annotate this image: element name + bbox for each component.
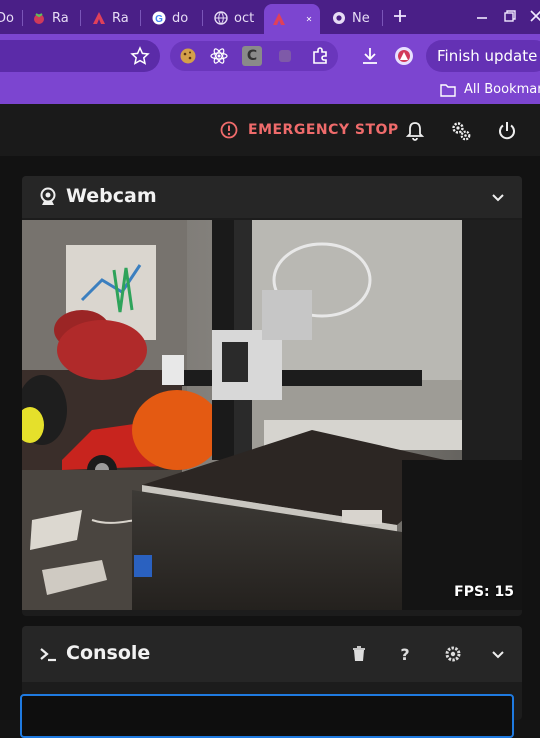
emergency-stop-button[interactable]: EMERGENCY STOP (220, 121, 399, 139)
bookmark-star-icon[interactable] (130, 46, 150, 66)
tab-label: oct (234, 10, 255, 26)
webcam-stream: FPS: 15 (22, 220, 522, 610)
extension-grey-icon[interactable] (276, 47, 294, 65)
console-panel: Console ? (20, 626, 522, 738)
close-tab-icon[interactable] (306, 13, 312, 25)
tab-new[interactable]: Ne (332, 6, 378, 30)
minimize-icon[interactable] (474, 8, 490, 24)
download-icon[interactable] (360, 46, 380, 66)
plus-icon (394, 10, 406, 22)
tab-raspberry[interactable]: Ra (32, 6, 74, 30)
webcam-panel-header[interactable]: Webcam (22, 176, 522, 218)
webcam-icon (40, 187, 56, 205)
tab-divider (80, 10, 81, 26)
settings-gears-icon[interactable] (450, 120, 472, 142)
help-icon[interactable]: ? (396, 645, 414, 663)
alert-circle-icon (220, 121, 238, 139)
finish-update-button[interactable]: Finish update (426, 40, 540, 72)
all-bookmarks-button[interactable]: All Bookmark (440, 82, 540, 97)
tab-label: Do (0, 10, 14, 26)
globe-icon (214, 11, 228, 25)
webcam-image (22, 220, 522, 610)
close-window-icon[interactable] (528, 8, 540, 24)
tab-mainsail[interactable]: Ra (92, 6, 134, 30)
bell-icon[interactable] (404, 120, 426, 142)
google-icon: G (152, 11, 166, 25)
webcam-panel: Webcam FPS: 15 (22, 176, 522, 616)
gear-icon[interactable] (444, 645, 462, 663)
tab-octoprint[interactable]: oct (214, 6, 258, 30)
browser-tab-strip: Do Ra Ra G do oct Ne (0, 0, 540, 34)
svg-text:G: G (155, 14, 163, 25)
emergency-stop-label: EMERGENCY STOP (248, 122, 399, 138)
fps-readout: FPS: 15 (454, 584, 514, 600)
terminal-icon (40, 648, 56, 662)
tab-label: Ra (52, 10, 69, 26)
svg-text:?: ? (400, 645, 409, 663)
printer-dashboard: EMERGENCY STOP Webcam FPS: 15 Console ? (0, 104, 540, 738)
profile-avatar-icon[interactable] (394, 46, 414, 66)
chevron-down-icon[interactable] (490, 647, 506, 663)
browser-toolbar: C Finish update (0, 34, 540, 78)
extensions-puzzle-icon[interactable] (310, 46, 330, 66)
react-devtools-icon[interactable] (210, 47, 228, 65)
tab-divider (382, 10, 383, 26)
bookmarks-bar: All Bookmark (0, 78, 540, 104)
tab-label: Ra (112, 10, 129, 26)
restore-icon[interactable] (502, 8, 518, 24)
webcam-title: Webcam (66, 185, 157, 207)
tab-docs[interactable]: Do (0, 6, 18, 30)
extension-c-badge[interactable]: C (242, 46, 262, 66)
raspberry-icon (34, 13, 44, 24)
tab-divider (22, 10, 23, 26)
console-command-input[interactable] (20, 694, 514, 738)
tab-google[interactable]: G do (152, 6, 196, 30)
trash-icon[interactable] (350, 645, 368, 663)
cookie-icon[interactable] (179, 47, 197, 65)
console-title: Console (66, 642, 151, 664)
folder-icon (440, 83, 456, 97)
console-panel-header[interactable]: Console ? (22, 626, 522, 682)
app-top-bar: EMERGENCY STOP (0, 104, 540, 156)
tab-divider (140, 10, 141, 26)
mainsail-icon (273, 13, 285, 25)
extensions-group: C (170, 41, 338, 71)
chevron-down-icon[interactable] (490, 190, 506, 206)
tab-label: do (172, 10, 189, 26)
tab-label: Ne (352, 10, 370, 26)
tab-active-mainsail[interactable] (264, 4, 320, 34)
tab-divider (202, 10, 203, 26)
all-bookmarks-label: All Bookmark (464, 82, 540, 97)
chrome-icon (333, 12, 345, 24)
mainsail-icon (93, 12, 105, 24)
new-tab-button[interactable] (390, 6, 410, 26)
power-icon[interactable] (496, 120, 518, 142)
